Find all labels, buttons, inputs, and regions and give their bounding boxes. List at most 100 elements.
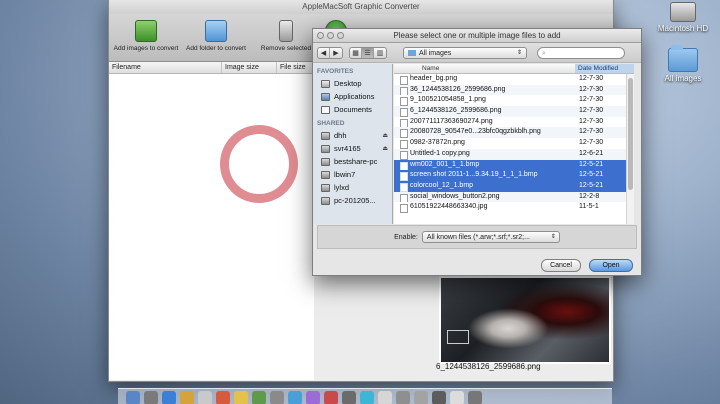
dock-app-icon[interactable] [342,391,356,404]
eject-icon[interactable]: ⏏ [382,145,388,152]
dock-app-icon[interactable] [144,391,158,404]
dock-app-icon[interactable] [252,391,266,404]
file-row[interactable]: wm002_001_1_1.bmp 12-5-21 [394,159,634,171]
preview-caption: 6_1244538126_2599686.png [436,362,541,371]
sidebar-item-applications[interactable]: Applications [313,90,392,103]
remove-selected-button[interactable]: Remove selected [251,20,321,61]
sidebar-item-desktop[interactable]: Desktop [313,77,392,90]
preview-watermark [447,330,469,344]
documents-icon [321,105,330,114]
dock [118,388,612,404]
dock-app-icon[interactable] [468,391,482,404]
sidebar-item-label: lylxd [334,183,350,192]
dock-app-icon[interactable] [162,391,176,404]
file-name: 0982-37872n.png [394,138,575,149]
file-row[interactable]: 610519224486633​40.jpg 11-5-1 [394,202,634,213]
add-folder-button[interactable]: Add folder to convert [181,20,251,61]
file-type-filter-select[interactable]: All known files (*.arw;*.srf;*.sr2;... ⇕ [421,231,560,243]
sidebar-item-pc-201205[interactable]: pc-201205... [313,194,392,207]
file-row[interactable]: 0982-37872n.png 12-7-30 [394,138,634,149]
desktop-icon [321,79,330,88]
column-view-icon[interactable]: ▥ [374,48,386,58]
sidebar-item-bestshare-pc[interactable]: bestshare-pc [313,155,392,168]
file-list-table[interactable]: Filename Image size File size [109,62,314,380]
remove-selected-label: Remove selected [260,45,312,52]
dock-app-icon[interactable] [396,391,410,404]
file-row[interactable]: colorcool_12_1.bmp 12-5-21 [394,180,634,192]
file-name: 36_1244538126_2599686.png [394,85,575,96]
close-icon[interactable] [317,32,324,39]
all-images-folder[interactable]: All images [648,45,718,83]
file-row[interactable]: screen shot 2011-1...9.34.19_1_1_1.bmp 12… [394,170,634,181]
file-row[interactable]: 36_1244538126_2599686.png 12-7-30 [394,84,634,96]
sidebar-item-label: lbwin7 [334,170,356,179]
dock-app-icon[interactable] [324,391,338,404]
network-computer-icon [321,131,330,140]
macintosh-hd-icon[interactable]: Macintosh HD [648,2,718,33]
file-row[interactable]: 2007711173636902​74.png 12-7-30 [394,117,634,128]
add-folder-label: Add folder to convert [186,45,246,52]
zoom-icon[interactable] [337,32,344,39]
col-file-size[interactable]: File size [277,62,314,73]
dock-app-icon[interactable] [360,391,374,404]
forward-arrow-icon[interactable]: ▶ [330,48,342,58]
dock-app-icon[interactable] [270,391,284,404]
dock-app-icon[interactable] [306,391,320,404]
col-date-modified[interactable]: Date Modified [575,64,634,73]
add-images-button[interactable]: Add images to convert [111,20,181,61]
folder-icon [408,49,416,56]
col-image-size[interactable]: Image size [222,62,277,73]
chevron-updown-icon: ⇕ [550,234,556,240]
eject-icon[interactable]: ⏏ [382,132,388,139]
dock-app-icon[interactable] [450,391,464,404]
location-popup[interactable]: All images ⇕ [403,46,527,59]
scrollbar-thumb[interactable] [628,78,633,190]
file-row[interactable]: 20080728_90547e0...23bfc0qgzbkblh.png 12-… [394,127,634,139]
cancel-button[interactable]: Cancel [541,259,581,272]
location-label: All images [419,49,452,57]
dock-app-icon[interactable] [432,391,446,404]
folder-icon [668,45,698,72]
dock-app-icon[interactable] [234,391,248,404]
list-view-icon[interactable]: ☰ [362,47,374,58]
file-row[interactable]: header_bg.png 12-7-30 [394,74,634,85]
sidebar-item-dhh[interactable]: dhh ⏏ [313,129,392,142]
dock-app-icon[interactable] [216,391,230,404]
dock-app-icon[interactable] [378,391,392,404]
dock-app-icon[interactable] [180,391,194,404]
open-button[interactable]: Open [589,259,633,272]
minimize-icon[interactable] [327,32,334,39]
vertical-scrollbar[interactable] [626,74,634,224]
search-icon: ⌕ [542,49,546,57]
back-arrow-icon[interactable]: ◀ [318,47,330,58]
sidebar-item-documents[interactable]: Documents [313,103,392,116]
sidebar-item-lbwin7[interactable]: lbwin7 [313,168,392,181]
file-row[interactable]: 9_100521054858_1.png 12-7-30 [394,95,634,107]
col-filename[interactable]: Filename [109,62,222,73]
file-row[interactable]: Untitled-1 copy.png 12-6-21 [394,148,634,160]
sidebar-item-lylxd[interactable]: lylxd [313,181,392,194]
file-name: header_bg.png [394,74,575,85]
col-name[interactable]: Name [394,64,575,73]
network-computer-icon [321,170,330,179]
network-computer-icon [321,144,330,153]
file-row[interactable]: 6_1244538126_2599686.png 12-7-30 [394,106,634,117]
file-name: 20080728_90547e0...23bfc0qgzbkblh.png [394,127,575,139]
dialog-titlebar: Please select one or multiple image file… [313,29,641,43]
dock-app-icon[interactable] [126,391,140,404]
search-input[interactable]: ⌕ [537,46,625,59]
dock-app-icon[interactable] [414,391,428,404]
file-row[interactable]: social_windows_button2.png 12-2-8 [394,191,634,203]
sidebar-item-svr4165[interactable]: svr4165 ⏏ [313,142,392,155]
dock-app-icon[interactable] [198,391,212,404]
hard-drive-icon [670,2,696,22]
window-controls [317,32,344,39]
sidebar-item-label: Desktop [334,79,362,88]
open-file-dialog: Please select one or multiple image file… [312,28,642,276]
trash-icon [279,20,293,42]
icon-view-icon[interactable]: ▦ [350,47,362,58]
enable-label: Enable: [394,233,418,241]
dock-app-icon[interactable] [288,391,302,404]
file-browser-list[interactable]: Name Date Modified header_bg.png 12-7-30 3… [394,64,634,224]
file-name: 610519224486633​40.jpg [394,202,575,213]
